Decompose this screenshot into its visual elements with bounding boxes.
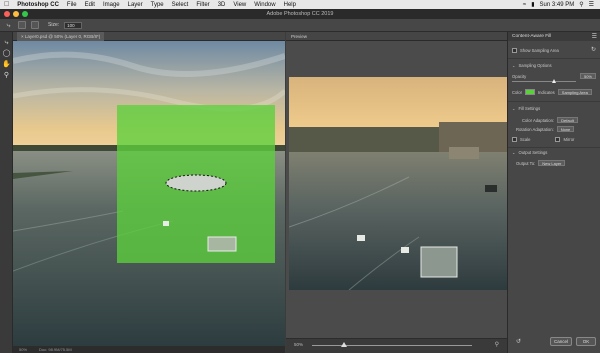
fill-selection — [165, 174, 227, 192]
show-sampling-area-label: Show Sampling Area — [520, 48, 559, 53]
battery-icon[interactable]: ▮ — [531, 1, 534, 8]
output-to-label: Output To: — [516, 160, 536, 166]
reset-icon[interactable]: ↻ — [591, 46, 596, 53]
chevron-down-icon: ⌄ — [512, 150, 516, 155]
menu-list-icon[interactable]: ☰ — [589, 1, 594, 8]
output-settings-label: Output Settings — [518, 150, 548, 155]
document-zoom[interactable]: 50% — [19, 346, 27, 353]
preview-tab-bar: Preview — [286, 32, 507, 41]
color-row: Color Indicates Sampling Area — [512, 89, 592, 95]
preview-zoom-handle[interactable] — [341, 342, 347, 347]
output-to-row: Output To: New Layer — [516, 160, 566, 166]
menu-item-filter[interactable]: Filter — [196, 2, 209, 8]
output-to-select[interactable]: New Layer — [538, 160, 566, 166]
hand-tool-icon[interactable]: ✋ — [2, 60, 11, 69]
panel-menu-icon[interactable]: ☰ — [592, 33, 597, 40]
close-icon[interactable]: × — [21, 34, 24, 39]
window-title-bar: Adobe Photoshop CC 2019 — [0, 9, 600, 19]
tools-panel: ⤷ ◯ ✋ ⚲ — [0, 32, 13, 353]
document-canvas[interactable] — [13, 41, 285, 346]
menu-bar:  Photoshop CC File Edit Image Layer Typ… — [0, 0, 600, 9]
sampling-color-swatch[interactable] — [525, 89, 536, 95]
window-title: Adobe Photoshop CC 2019 — [266, 11, 334, 17]
zoom-tool-icon[interactable]: ⚲ — [2, 71, 11, 80]
rotation-adaptation-label: Rotation Adaptation: — [516, 126, 554, 132]
sampling-options-label: Sampling Options — [518, 63, 552, 68]
reset-icon[interactable]: ↺ — [516, 338, 521, 345]
chevron-down-icon: ⌄ — [512, 106, 516, 111]
fill-settings-label: Fill Settings — [518, 106, 541, 111]
menu-item-view[interactable]: View — [233, 2, 246, 8]
rotation-adaptation-select[interactable]: None — [556, 126, 575, 132]
preview-tab-label[interactable]: Preview — [291, 34, 307, 39]
apple-icon[interactable]:  — [4, 1, 9, 8]
chevron-down-icon: ⌄ — [512, 63, 516, 68]
menu-item-layer[interactable]: Layer — [128, 2, 143, 8]
color-adaptation-row: Color Adaptation: Default — [522, 117, 578, 123]
menu-item-select[interactable]: Select — [172, 2, 189, 8]
content-aware-fill-panel: Content-Aware Fill ☰ Show Sampling Area … — [507, 32, 600, 353]
scale-mirror-row: Scale Mirror — [512, 137, 574, 142]
show-sampling-area-row[interactable]: Show Sampling Area — [512, 48, 559, 53]
preview-zoom[interactable]: 50% — [294, 342, 303, 347]
search-icon[interactable]: ⚲ — [579, 1, 583, 8]
menu-item-edit[interactable]: Edit — [85, 2, 95, 8]
opacity-slider[interactable] — [512, 81, 576, 82]
menu-item-image[interactable]: Image — [103, 2, 120, 8]
menu-item-file[interactable]: File — [67, 2, 77, 8]
indicates-select[interactable]: Sampling Area — [557, 89, 592, 95]
menu-item-type[interactable]: Type — [151, 2, 164, 8]
opacity-label: Opacity — [512, 74, 527, 79]
scale-checkbox[interactable] — [512, 137, 517, 142]
new-selection-button[interactable] — [18, 21, 26, 29]
wifi-icon[interactable]: ≈ — [523, 2, 526, 8]
opacity-input[interactable]: 50% — [579, 73, 596, 79]
zoom-in-icon[interactable]: ⚲ — [495, 341, 499, 348]
options-bar: ⤷ Size: 100 — [0, 19, 600, 32]
indicates-label: Indicates — [538, 89, 555, 95]
harbor-photo — [13, 41, 285, 346]
document-tab-label: Layer0.psd @ 50% (Layer 0, RGB/8*) — [24, 34, 101, 39]
color-label: Color — [512, 89, 523, 95]
menu-app-name[interactable]: Photoshop CC — [17, 2, 59, 8]
document-status-bar: 50% Doc: 98.9M/75.5M — [13, 346, 285, 353]
rotation-adaptation-row: Rotation Adaptation: None — [516, 126, 575, 132]
mirror-label: Mirror — [563, 137, 575, 142]
lasso-tool-icon[interactable]: ◯ — [2, 49, 11, 58]
size-input[interactable]: 100 — [64, 21, 83, 29]
fill-settings-header[interactable]: ⌄ Fill Settings — [512, 106, 540, 111]
menubar-clock[interactable]: Sun 3:49 PM — [540, 2, 575, 8]
output-settings-header[interactable]: ⌄ Output Settings — [512, 150, 547, 155]
cancel-button[interactable]: Cancel — [550, 337, 572, 346]
add-selection-button[interactable] — [31, 21, 39, 29]
harbor-preview-photo — [289, 77, 507, 290]
show-sampling-area-checkbox[interactable] — [512, 48, 517, 53]
preview-status-bar: 50% ⚲ — [286, 338, 507, 353]
document-tab-bar: × Layer0.psd @ 50% (Layer 0, RGB/8*) — [13, 32, 285, 41]
scale-label: Scale — [520, 137, 531, 142]
ok-button[interactable]: OK — [576, 337, 596, 346]
document-tab[interactable]: × Layer0.psd @ 50% (Layer 0, RGB/8*) — [17, 32, 105, 41]
preview-zoom-slider[interactable] — [312, 345, 472, 346]
sampling-options-header[interactable]: ⌄ Sampling Options — [512, 63, 552, 68]
lasso-tool-icon[interactable]: ⤷ — [4, 21, 13, 30]
color-adaptation-label: Color Adaptation: — [522, 117, 555, 123]
opacity-slider-handle[interactable] — [552, 79, 556, 83]
menu-item-help[interactable]: Help — [284, 2, 296, 8]
preview-image — [289, 77, 507, 290]
opacity-row: Opacity — [512, 74, 526, 79]
color-adaptation-select[interactable]: Default — [557, 117, 578, 123]
menu-item-3d[interactable]: 3D — [218, 2, 226, 8]
mirror-checkbox[interactable] — [555, 137, 561, 142]
document-info[interactable]: Doc: 98.9M/75.5M — [39, 346, 72, 353]
panel-title: Content-Aware Fill — [508, 32, 600, 41]
menu-item-window[interactable]: Window — [254, 2, 275, 8]
size-label: Size: — [48, 22, 60, 28]
lasso-tool-icon[interactable]: ⤷ — [2, 38, 11, 47]
